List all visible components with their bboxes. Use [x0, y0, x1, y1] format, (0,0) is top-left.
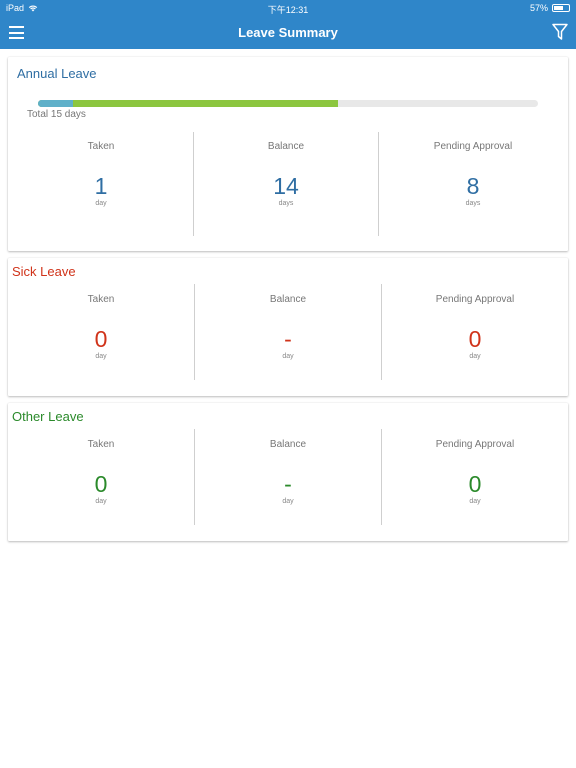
other-leave-title: Other Leave: [12, 409, 84, 424]
stat-divider: [194, 429, 195, 525]
stat-divider: [193, 132, 194, 236]
pending-value: 0: [468, 471, 482, 497]
progress-taken-segment: [38, 100, 73, 107]
taken-value: 0: [94, 471, 108, 497]
sick-leave-card: Sick Leave Taken 0 day Balance - day Pen…: [8, 258, 568, 396]
other-balance-stat: Balance - day: [203, 437, 373, 505]
progress-balance-segment: [38, 100, 338, 107]
nav-bar: Leave Summary: [0, 16, 576, 49]
other-leave-card: Other Leave Taken 0 day Balance - day Pe…: [8, 403, 568, 541]
balance-label: Balance: [269, 439, 307, 450]
balance-value: -: [284, 471, 292, 497]
pending-unit: day: [469, 353, 481, 360]
sick-taken-stat: Taken 0 day: [16, 292, 186, 360]
stat-divider: [381, 429, 382, 525]
annual-leave-total: Total 15 days: [27, 109, 86, 120]
other-taken-stat: Taken 0 day: [16, 437, 186, 505]
annual-pending-stat: Pending Approval 8 days: [408, 139, 538, 207]
balance-value: -: [284, 326, 292, 352]
sick-pending-stat: Pending Approval 0 day: [410, 292, 540, 360]
taken-unit: day: [95, 200, 107, 207]
pending-value: 0: [468, 326, 482, 352]
taken-label: Taken: [87, 141, 115, 152]
balance-value: 14: [273, 173, 299, 199]
status-right: 57%: [530, 3, 570, 13]
annual-taken-stat: Taken 1 day: [16, 139, 186, 207]
other-pending-stat: Pending Approval 0 day: [410, 437, 540, 505]
stat-divider: [381, 284, 382, 380]
taken-label: Taken: [87, 439, 115, 450]
balance-unit: days: [278, 200, 294, 207]
balance-unit: day: [282, 353, 294, 360]
taken-label: Taken: [87, 294, 115, 305]
pending-value: 8: [466, 173, 480, 199]
battery-icon: [552, 4, 570, 12]
pending-label: Pending Approval: [435, 439, 515, 450]
taken-value: 0: [94, 326, 108, 352]
annual-leave-title: Annual Leave: [17, 66, 97, 81]
annual-leave-card: Annual Leave Total 15 days Taken 1 day B…: [8, 57, 568, 251]
taken-unit: day: [95, 353, 107, 360]
status-time: 下午12:31: [267, 5, 309, 15]
stat-divider: [378, 132, 379, 236]
battery-percent: 57%: [529, 3, 548, 13]
pending-unit: days: [465, 200, 481, 207]
sick-balance-stat: Balance - day: [203, 292, 373, 360]
pending-label: Pending Approval: [433, 141, 513, 152]
balance-label: Balance: [269, 294, 307, 305]
sick-leave-title: Sick Leave: [12, 264, 76, 279]
status-bar: iPad 下午12:31 57%: [0, 0, 576, 16]
taken-unit: day: [95, 498, 107, 505]
annual-balance-stat: Balance 14 days: [201, 139, 371, 207]
stat-divider: [194, 284, 195, 380]
balance-unit: day: [282, 498, 294, 505]
pending-label: Pending Approval: [435, 294, 515, 305]
pending-unit: day: [469, 498, 481, 505]
filter-icon[interactable]: [552, 23, 568, 41]
annual-leave-progress-bar: [38, 100, 538, 107]
taken-value: 1: [94, 173, 108, 199]
page-title: Leave Summary: [238, 25, 338, 40]
balance-label: Balance: [267, 141, 305, 152]
